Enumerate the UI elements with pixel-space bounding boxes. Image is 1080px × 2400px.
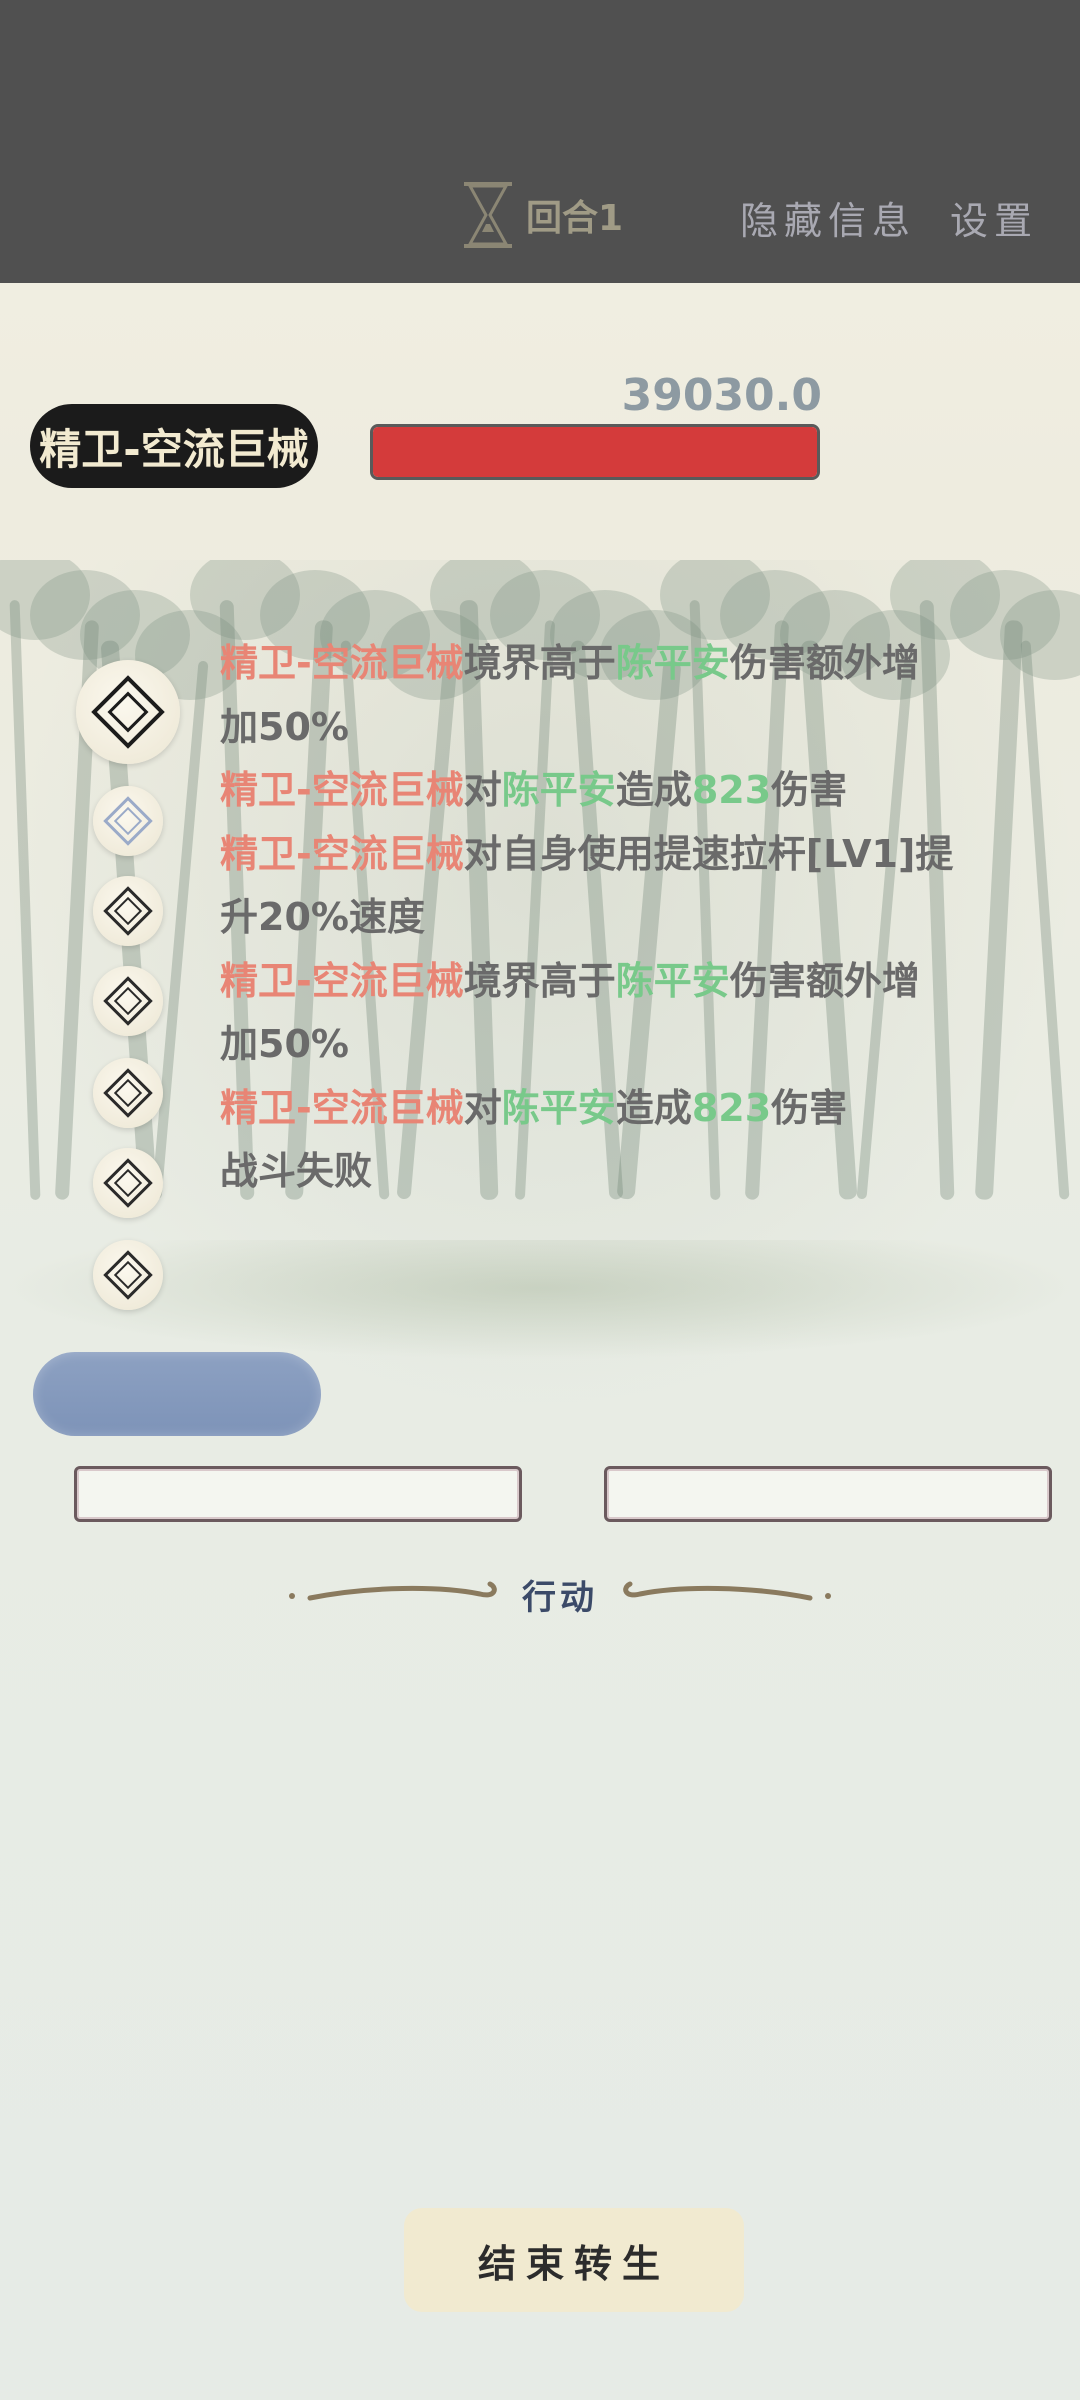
battle-log-line: 战斗失败 <box>220 1140 1040 1204</box>
action-slot-left[interactable] <box>74 1466 522 1522</box>
diamond-node-icon <box>103 1250 153 1300</box>
enemy-name: 精卫-空流巨械 <box>220 958 464 1003</box>
log-text: 升20%速度 <box>220 895 425 939</box>
timeline-node[interactable] <box>93 1148 163 1218</box>
boss-hp-fill <box>373 427 817 477</box>
boss-hp-value: 39030.0 <box>621 370 822 421</box>
log-text: 加50% <box>220 1022 349 1066</box>
boss-name: 精卫-空流巨械 <box>30 404 318 488</box>
log-text: 对自身使用提速拉杆[LV1]提 <box>463 831 954 876</box>
log-text: 加50% <box>220 704 349 749</box>
log-text: 伤害 <box>771 768 848 812</box>
diamond-node-icon <box>103 1158 153 1208</box>
enemy-name: 精卫-空流巨械 <box>220 768 464 812</box>
forest-ground <box>0 1240 1080 1360</box>
battle-log-line: 加50% <box>220 696 1040 760</box>
top-bar: 回合1 隐藏信息 设置 <box>0 0 1080 283</box>
battle-log-line: 加50% <box>220 1013 1040 1077</box>
battle-log: 精卫-空流巨械境界高于陈平安伤害额外增 加50% 精卫-空流巨械对陈平安造成823伤… <box>220 632 1040 1204</box>
hide-info-button[interactable]: 隐藏信息 <box>740 190 916 245</box>
player-highlight: 陈平安 <box>501 768 616 812</box>
log-text: 伤害 <box>771 1085 848 1130</box>
enemy-name: 精卫-空流巨械 <box>220 1085 464 1130</box>
boss-hp-bar <box>370 424 820 480</box>
timeline-node[interactable] <box>93 1240 163 1310</box>
log-text: 战斗失败 <box>220 1149 373 1193</box>
timeline-node[interactable] <box>93 1058 163 1128</box>
player-highlight: 823 <box>691 768 772 812</box>
diamond-node-icon <box>103 976 153 1026</box>
log-text: 对 <box>463 768 502 812</box>
player-highlight: 陈平安 <box>615 958 730 1003</box>
log-text: 境界高于 <box>463 958 616 1003</box>
round-label: 回合1 <box>526 198 624 239</box>
battle-log-line: 升20%速度 <box>220 886 1040 950</box>
timeline-node[interactable] <box>93 786 163 856</box>
log-text: 伤害额外增 <box>729 641 920 685</box>
log-text: 造成 <box>615 768 692 812</box>
battle-log-line: 精卫-空流巨械对陈平安造成823伤害 <box>220 1077 1040 1141</box>
timeline-node-current[interactable] <box>76 660 180 764</box>
battle-log-line: 精卫-空流巨械境界高于陈平安伤害额外增 <box>220 950 1040 1014</box>
timeline-node[interactable] <box>93 876 163 946</box>
player-highlight: 陈平安 <box>501 1085 616 1130</box>
action-section-title: 行动 <box>522 1578 598 1618</box>
diamond-node-icon <box>103 886 153 936</box>
player-highlight: 陈平安 <box>615 641 730 685</box>
timeline-node[interactable] <box>93 966 163 1036</box>
log-text: 伤害额外增 <box>729 958 920 1003</box>
enemy-name: 精卫-空流巨械 <box>220 641 464 685</box>
end-reincarnation-button[interactable]: 结束转生 <box>404 2208 744 2312</box>
log-text: 对 <box>463 1085 502 1130</box>
battle-log-line: 精卫-空流巨械对自身使用提速拉杆[LV1]提 <box>220 823 1040 887</box>
enemy-name: 精卫-空流巨械 <box>220 831 464 876</box>
battle-log-line: 精卫-空流巨械境界高于陈平安伤害额外增 <box>220 632 1040 696</box>
settings-button[interactable]: 设置 <box>950 190 1038 245</box>
round-indicator: 回合1 <box>460 180 623 250</box>
player-highlight: 823 <box>691 1085 772 1130</box>
log-text: 造成 <box>615 1085 692 1130</box>
log-text: 境界高于 <box>463 641 616 685</box>
battle-log-line: 精卫-空流巨械对陈平安造成823伤害 <box>220 759 1040 823</box>
action-slot-right[interactable] <box>604 1466 1052 1522</box>
hourglass-icon <box>460 180 516 250</box>
diamond-node-icon <box>103 1068 153 1118</box>
skill-slot-button[interactable] <box>33 1352 321 1436</box>
diamond-node-icon <box>103 796 153 846</box>
diamond-node-icon <box>91 675 165 749</box>
